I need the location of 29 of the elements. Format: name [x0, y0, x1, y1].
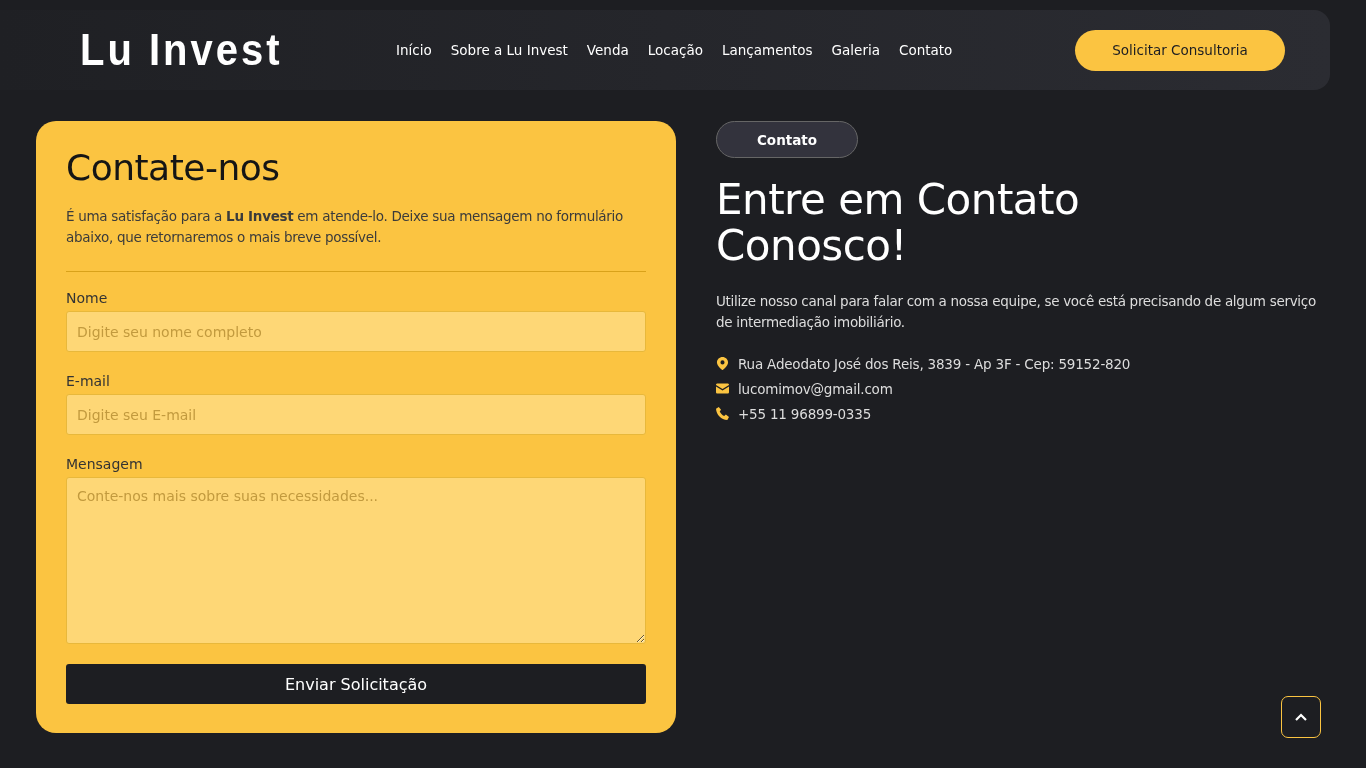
envelope-icon	[716, 382, 729, 395]
input-field[interactable]: Digite seu E-mail	[66, 394, 646, 435]
nav-link[interactable]: Venda	[586, 42, 629, 58]
section-title: Entre em Contato Conosco!	[716, 177, 1081, 269]
logo[interactable]: Lu Invest	[80, 25, 390, 75]
scroll-top-button[interactable]	[1281, 696, 1321, 738]
field-label: Mensagem	[66, 456, 144, 472]
section-text: Utilize nosso canal para falar com a nossa equipe, se você está precisando de algum serviço de intermediação imobiliário.	[716, 292, 1317, 332]
contact-detail: Rua Adeodato José dos Reis, 3839 - Ap 3F - Cep: 59152-820	[738, 355, 1131, 372]
input-field[interactable]: Digite seu nome completo	[66, 311, 646, 352]
consultation-button[interactable]: Solicitar Consultoria	[1075, 29, 1285, 71]
nav-link[interactable]: Galeria	[831, 42, 880, 58]
form-title: Contate-nos	[66, 147, 281, 188]
contact-detail: lucomimov@gmail.com	[738, 380, 893, 397]
nav-link[interactable]: Contato	[899, 42, 953, 58]
phone-icon	[716, 407, 729, 420]
nav-link[interactable]: Início	[396, 42, 432, 58]
nav-link[interactable]: Lançamentos	[721, 42, 813, 58]
chevron-up-icon	[1295, 713, 1307, 721]
map-pin-icon	[716, 357, 729, 370]
contact-detail: +55 11 96899-0335	[738, 405, 872, 422]
form-intro: É uma satisfação para a Lu Invest em atende-lo. Deixe sua mensagem no formulário abaixo, que retornaremos o mais breve possível.	[66, 207, 624, 247]
field-label: E-mail	[66, 373, 111, 389]
field-label: Nome	[66, 290, 109, 306]
section-badge: Contato	[716, 121, 858, 158]
nav-link[interactable]: Locação	[647, 42, 703, 58]
nav-link[interactable]: Sobre a Lu Invest	[450, 42, 568, 58]
submit-button[interactable]: Enviar Solicitação	[66, 664, 646, 704]
message-field[interactable]: Conte-nos mais sobre suas necessidades...	[66, 477, 646, 644]
